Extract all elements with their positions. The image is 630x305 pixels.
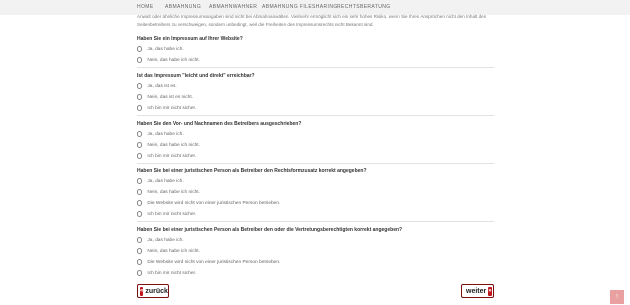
question-3-option-1[interactable]: Ja, das habe ich. [137,130,184,138]
radio-button[interactable] [137,57,143,63]
option-label: Ja, das habe ich. [147,46,184,52]
back-button[interactable]: « zurück [137,284,169,298]
divider [137,115,494,116]
question-1-option-1[interactable]: Ja, das habe ich. [137,45,184,53]
nav-abmahnung-filesharing[interactable]: ABMAHNUNG FILESHARING [262,4,338,10]
option-label: Ja, das habe ich. [147,178,184,184]
question-5-option-3[interactable]: Die Website wird nicht von einer juristi… [137,258,280,266]
question-3-option-2[interactable]: Nein, das habe ich nicht. [137,141,200,149]
option-label: Ich bin mir nicht sicher. [147,270,197,276]
option-label: Ja, das habe ich. [147,237,184,243]
question-3-title: Haben Sie den Vor- und Nachnamen des Bet… [137,121,302,127]
radio-button[interactable] [137,105,143,111]
radio-button[interactable] [137,200,143,206]
option-label: Ich bin mir nicht sicher. [147,105,197,111]
radio-button[interactable] [137,259,143,265]
option-label: Nein, das ist es nicht. [147,94,193,100]
question-4-title: Haben Sie bei einer juristischen Person … [137,168,367,174]
question-2-option-1[interactable]: Ja, das ist es. [137,82,177,90]
question-1-option-2[interactable]: Nein, das habe ich nicht. [137,56,200,64]
option-label: Die Website wird nicht von einer juristi… [147,200,281,206]
radio-button[interactable] [137,237,143,243]
double-chevron-left-icon: « [140,286,144,296]
option-label: Die Website wird nicht von einer juristi… [147,259,281,265]
question-4-option-2[interactable]: Nein, das habe ich nicht. [137,188,200,196]
question-2-title: Ist das Impressum "leicht und direkt" er… [137,73,255,79]
nav-rechtsberatung[interactable]: RECHTSBERATUNG [337,4,391,10]
option-label: Ja, das ist es. [147,83,177,89]
scroll-to-top-button[interactable]: ↑ [610,290,624,304]
intro-text: Anwalt oder ähnliche Impressumsangaben s… [137,14,486,27]
question-5-option-1[interactable]: Ja, das habe ich. [137,236,184,244]
radio-button[interactable] [137,46,143,52]
question-4-option-4[interactable]: Ich bin mir nicht sicher. [137,210,196,218]
option-label: Ich bin mir nicht sicher. [147,211,197,217]
radio-button[interactable] [137,94,143,100]
radio-button[interactable] [137,178,143,184]
radio-button[interactable] [137,83,143,89]
next-button[interactable]: weiter » [461,284,494,298]
radio-button[interactable] [137,248,143,254]
option-label: Nein, das habe ich nicht. [147,248,200,254]
question-4-option-1[interactable]: Ja, das habe ich. [137,177,184,185]
option-label: Nein, das habe ich nicht. [147,189,200,195]
question-5-option-4[interactable]: Ich bin mir nicht sicher. [137,269,196,277]
option-label: Ja, das habe ich. [147,131,184,137]
nav-abmahnung[interactable]: ABMAHNUNG [165,4,201,10]
nav-home[interactable]: HOME [137,4,154,10]
option-label: Nein, das habe ich nicht. [147,57,200,63]
radio-button[interactable] [137,131,143,137]
question-3-option-3[interactable]: Ich bin mir nicht sicher. [137,152,196,160]
question-4-option-3[interactable]: Die Website wird nicht von einer juristi… [137,199,280,207]
divider [137,163,494,164]
divider [137,67,494,68]
question-5-title: Haben Sie bei einer juristischen Person … [137,227,403,233]
radio-button[interactable] [137,153,143,159]
question-1-title: Haben Sie ein Impressum auf Ihrer Websit… [137,36,243,42]
option-label: Nein, das habe ich nicht. [147,142,200,148]
nav-abmahnwahner[interactable]: ABMAHNWAHNER [209,4,257,10]
divider [137,221,494,222]
next-button-label: weiter [466,287,487,295]
question-2-option-2[interactable]: Nein, das ist es nicht. [137,93,193,101]
option-label: Ich bin mir nicht sicher. [147,153,197,159]
radio-button[interactable] [137,270,143,276]
double-chevron-right-icon: » [488,286,492,296]
question-2-option-3[interactable]: Ich bin mir nicht sicher. [137,104,196,112]
question-5-option-2[interactable]: Nein, das habe ich nicht. [137,247,200,255]
radio-button[interactable] [137,189,143,195]
arrow-up-icon: ↑ [615,293,619,300]
radio-button[interactable] [137,142,143,148]
radio-button[interactable] [137,211,143,217]
back-button-label: zurück [145,287,168,295]
